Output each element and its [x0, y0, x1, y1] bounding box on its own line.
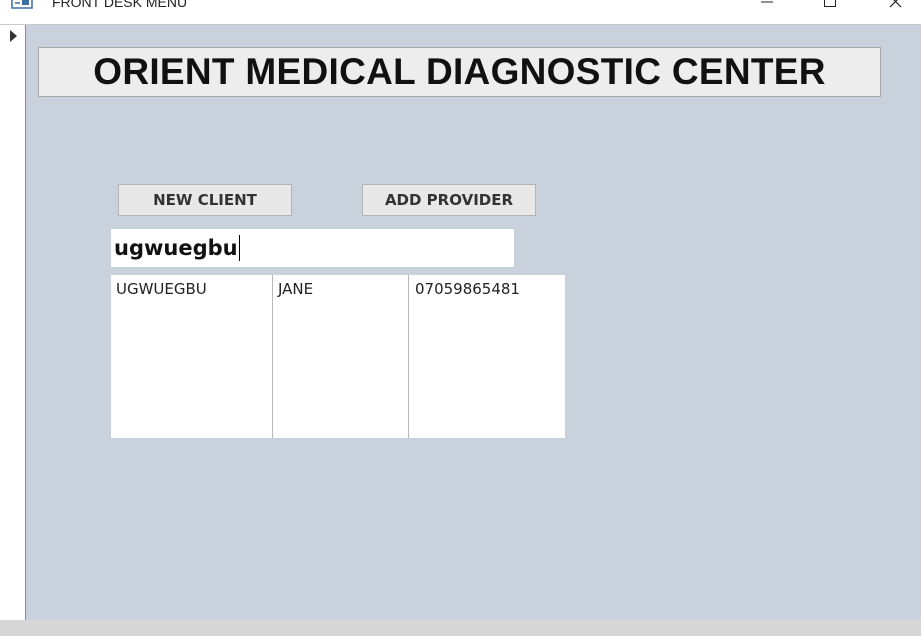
window-title: FRONT DESK MENU	[52, 0, 188, 10]
new-client-button[interactable]: NEW CLIENT	[118, 184, 292, 216]
page-title: ORIENT MEDICAL DIAGNOSTIC CENTER	[93, 51, 826, 92]
minimize-icon[interactable]	[752, 0, 782, 16]
form-body: ORIENT MEDICAL DIAGNOSTIC CENTER NEW CLI…	[26, 25, 921, 620]
header-banner: ORIENT MEDICAL DIAGNOSTIC CENTER	[38, 47, 881, 97]
results-listbox[interactable]: UGWUEGBU JANE 07059865481	[111, 275, 565, 438]
result-surname: UGWUEGBU	[116, 280, 207, 298]
status-strip	[0, 620, 921, 636]
list-item[interactable]: UGWUEGBU JANE 07059865481	[111, 275, 565, 298]
close-icon[interactable]	[880, 0, 910, 16]
column-divider	[408, 275, 409, 438]
text-caret	[238, 235, 240, 261]
record-selector[interactable]	[0, 25, 26, 620]
result-phone: 07059865481	[415, 280, 520, 298]
maximize-icon[interactable]	[815, 0, 845, 16]
form-icon[interactable]	[11, 0, 33, 9]
result-first-name: JANE	[278, 280, 314, 298]
add-provider-button[interactable]: ADD PROVIDER	[362, 184, 536, 216]
search-input[interactable]: ugwuegbu	[111, 229, 514, 267]
access-form-window: FRONT DESK MENU ORIENT MEDICAL DIAGNOSTI…	[0, 0, 921, 636]
search-input-value: ugwuegbu	[114, 236, 238, 260]
record-selector-arrow-icon	[10, 29, 18, 42]
column-divider	[272, 275, 273, 438]
title-bar: FRONT DESK MENU	[0, 0, 921, 25]
